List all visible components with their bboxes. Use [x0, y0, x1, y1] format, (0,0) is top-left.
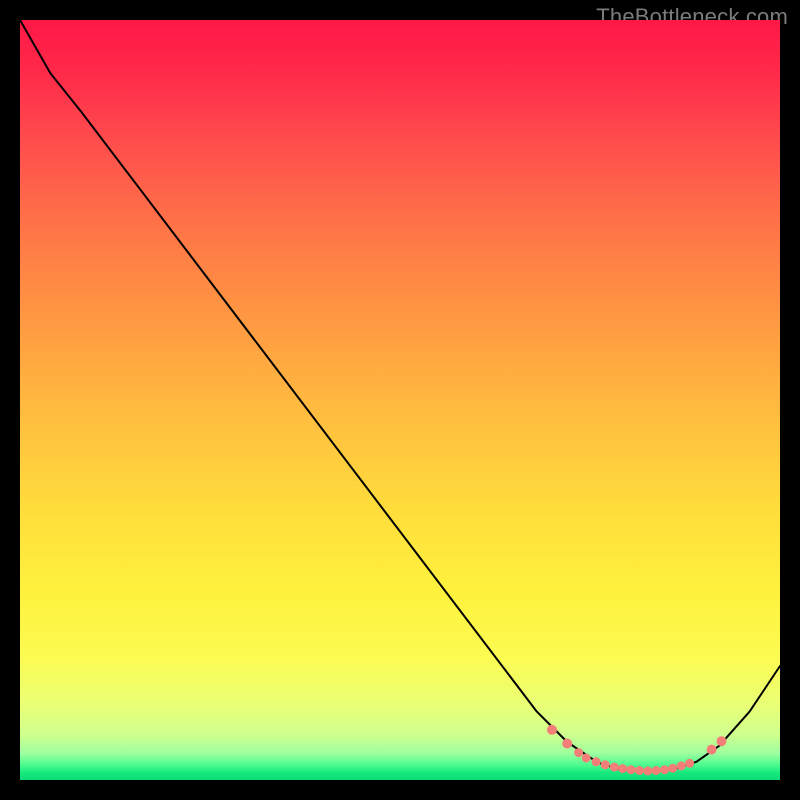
curve-marker [575, 749, 583, 757]
curve-marker [619, 765, 627, 773]
curve-marker [610, 763, 618, 771]
curve-marker [652, 767, 660, 775]
plot-area [20, 20, 780, 780]
curve-marker [563, 739, 572, 748]
curve-marker [592, 758, 600, 766]
curve-marker [707, 745, 716, 754]
chart-stage: TheBottleneck.com [0, 0, 800, 800]
bottleneck-curve [20, 20, 780, 771]
curve-layer [20, 20, 780, 780]
curve-marker [548, 725, 557, 734]
curve-marker [635, 767, 643, 775]
curve-marker [686, 759, 694, 767]
curve-marker [717, 737, 726, 746]
curve-marker [677, 762, 685, 770]
curve-marker [644, 767, 652, 775]
curve-marker [582, 754, 590, 762]
curve-marker [627, 766, 635, 774]
curve-marker [601, 761, 609, 769]
curve-marker [669, 764, 677, 772]
curve-marker [661, 766, 669, 774]
